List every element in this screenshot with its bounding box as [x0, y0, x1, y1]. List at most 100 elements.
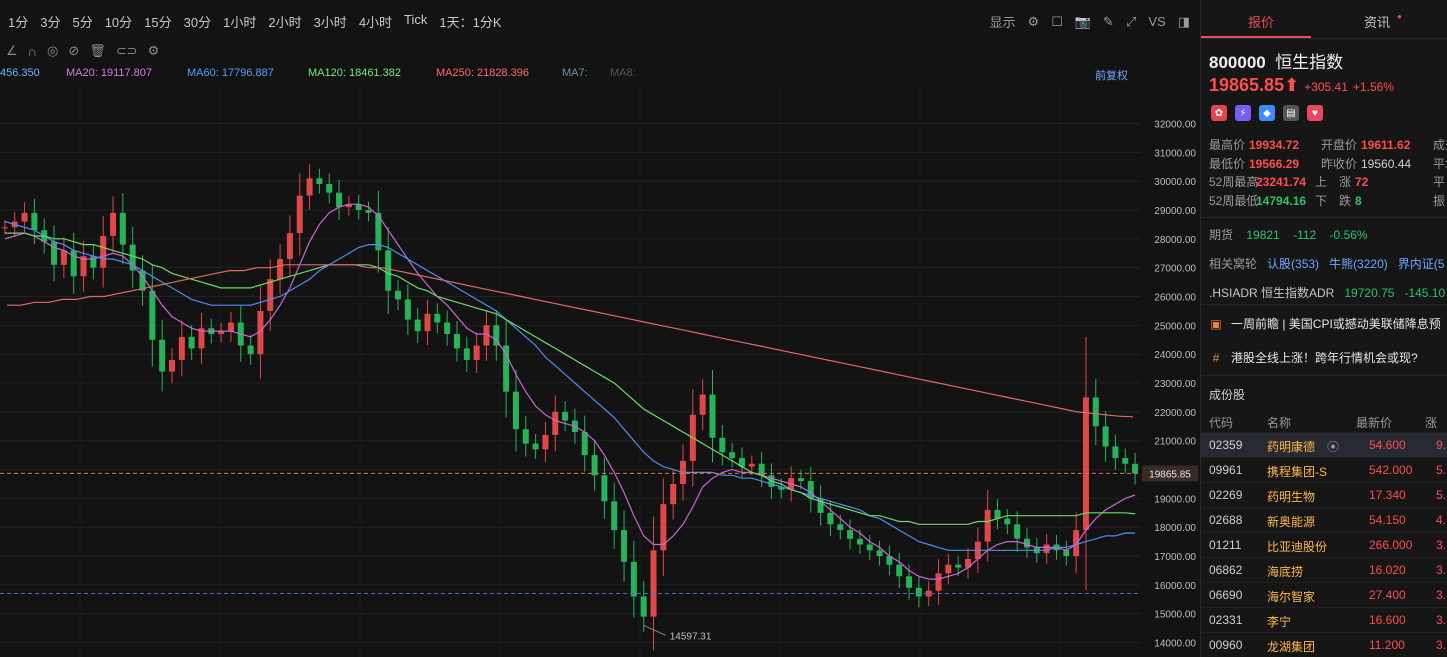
- ma-label-0[interactable]: 456.350: [0, 67, 40, 79]
- col-code[interactable]: 代码: [1209, 414, 1233, 431]
- candle-body: [119, 212, 126, 245]
- y-tick-label: 15000.00: [1154, 610, 1196, 621]
- gear-icon[interactable]: ⚙: [148, 43, 160, 59]
- vs-button[interactable]: VS: [1148, 14, 1165, 29]
- period-3m[interactable]: 3分: [40, 12, 60, 31]
- col-name[interactable]: 名称: [1267, 414, 1291, 431]
- y-tick-label: 19000.00: [1154, 494, 1196, 505]
- stat-value: 8: [1355, 193, 1362, 208]
- candle-body: [581, 432, 588, 456]
- table-row[interactable]: 00960 龙湖集团 11.200 3.: [1201, 632, 1447, 657]
- candle-body: [365, 210, 372, 213]
- futures-price: 19821: [1246, 228, 1280, 242]
- period-15m[interactable]: 15分: [144, 12, 171, 31]
- table-row[interactable]: 06862 海底捞 16.020 3.: [1201, 557, 1447, 583]
- period-30m[interactable]: 30分: [184, 12, 211, 31]
- candle-body: [1082, 397, 1089, 531]
- heart-icon[interactable]: ♥: [1307, 105, 1323, 121]
- eye-icon[interactable]: ◎: [47, 43, 58, 59]
- link-icon[interactable]: ⊂⊃: [116, 43, 138, 59]
- y-tick-label: 32000.00: [1154, 119, 1196, 130]
- table-row[interactable]: 02269 药明生物 17.340 5.: [1201, 482, 1447, 508]
- warrants-call-link[interactable]: 认股(353): [1267, 257, 1319, 271]
- draw-icon[interactable]: ✎: [1103, 14, 1114, 30]
- period-4h[interactable]: 4小时: [359, 12, 392, 31]
- ma-line-ma20: [4, 203, 1136, 580]
- period-day-dropdown[interactable]: 1天：1分K: [439, 12, 501, 31]
- tab-news[interactable]: 资讯: [1364, 12, 1390, 31]
- security-name: 恒生指数: [1275, 53, 1344, 72]
- candle-body: [1112, 446, 1119, 459]
- period-3h[interactable]: 3小时: [314, 12, 347, 31]
- fullscreen-icon[interactable]: ⤢: [1126, 14, 1136, 30]
- news-item-1[interactable]: ▣ 一周前瞻 | 美国CPI或撼动美联储降息预: [1209, 315, 1440, 332]
- warrants-bull-link[interactable]: 牛熊(3220): [1329, 257, 1388, 271]
- panel-toggle-icon[interactable]: ◨: [1178, 14, 1190, 30]
- table-row[interactable]: 02331 李宁 16.600 3.: [1201, 607, 1447, 633]
- camera-icon[interactable]: 📷: [1075, 14, 1091, 30]
- warrants-inline-link[interactable]: 界内证(5: [1398, 257, 1445, 271]
- price-chart[interactable]: 32000.00 31000.00 30000.00 29000.00 28000.00…: [0, 86, 1200, 657]
- trash-icon[interactable]: 🗑: [89, 43, 106, 59]
- settings-icon[interactable]: ⚙: [1028, 14, 1040, 30]
- candle-body: [178, 336, 185, 360]
- period-1m[interactable]: 1分: [8, 12, 28, 31]
- note-icon[interactable]: ▤: [1283, 105, 1299, 121]
- hide-icon[interactable]: ⊘: [68, 43, 79, 59]
- cell-code: 06862: [1209, 563, 1243, 577]
- period-tick[interactable]: Tick: [404, 12, 427, 31]
- candle-body: [1014, 524, 1021, 539]
- candle-body: [876, 550, 883, 557]
- adjust-button[interactable]: 前复权: [1095, 67, 1128, 83]
- ma-label-1[interactable]: MA20: 19117.807: [66, 67, 152, 79]
- display-dropdown[interactable]: 显示: [990, 12, 1016, 31]
- stats-row: 最高价19934.72 开盘价19611.62 成交: [1209, 136, 1447, 155]
- candle-body: [336, 192, 343, 208]
- cell-name: 海尔智家: [1267, 590, 1316, 604]
- ma-label-5[interactable]: MA7:: [562, 67, 588, 79]
- y-tick-label: 27000.00: [1154, 264, 1196, 275]
- ma-label-6[interactable]: MA8:: [610, 67, 636, 79]
- candle-body: [424, 313, 431, 332]
- candle-body: [719, 437, 726, 453]
- cell-name: 比亚迪股份: [1267, 540, 1328, 554]
- table-row[interactable]: 02688 新奥能源 54.150 4.: [1201, 507, 1447, 533]
- period-1h[interactable]: 1小时: [223, 12, 256, 31]
- ma-label-3[interactable]: MA120: 18461.382: [308, 67, 401, 79]
- tab-underline: [1201, 36, 1311, 38]
- candle-body: [670, 483, 677, 505]
- tab-quote[interactable]: 报价: [1248, 12, 1274, 31]
- y-tick-label: 31000.00: [1154, 148, 1196, 159]
- news-item-2[interactable]: # 港股全线上涨！跨年行情机会或现?: [1209, 349, 1418, 366]
- candle-body: [149, 290, 156, 340]
- ma-label-4[interactable]: MA250: 21828.396: [436, 67, 529, 79]
- layout-icon[interactable]: ☐: [1051, 14, 1063, 30]
- candle-body: [896, 564, 903, 577]
- cell-code: 06690: [1209, 588, 1243, 602]
- cell-change: 3.: [1436, 588, 1447, 602]
- separator: [1201, 217, 1447, 218]
- adr-change: -145.10: [1404, 286, 1446, 300]
- cell-change: 3.: [1436, 638, 1447, 652]
- line-tool-icon[interactable]: ∠: [6, 43, 18, 59]
- cell-price: 11.200: [1369, 638, 1405, 652]
- table-row[interactable]: 02359 药明康德 54.600 9. ⦿: [1201, 432, 1447, 458]
- tag-icon[interactable]: ◆: [1259, 105, 1275, 121]
- stats-row: 52周最高 23241.74 上 涨 72 平: [1209, 173, 1447, 192]
- futures-line[interactable]: 期货 19821 -112 -0.56%: [1209, 226, 1368, 243]
- table-row[interactable]: 09961 携程集团-S 542.000 5.: [1201, 457, 1447, 483]
- cell-code: 02688: [1209, 513, 1243, 527]
- candle-body: [385, 250, 392, 291]
- period-2h[interactable]: 2小时: [268, 12, 301, 31]
- magnet-icon[interactable]: ∩: [28, 44, 37, 59]
- table-row[interactable]: 01211 比亚迪股份 266.000 3.: [1201, 532, 1447, 558]
- lightning-icon[interactable]: ⚡: [1235, 105, 1251, 121]
- adr-line[interactable]: .HSIADR 恒生指数ADR 19720.75 -145.10: [1209, 284, 1445, 301]
- period-10m[interactable]: 10分: [105, 12, 132, 31]
- col-price[interactable]: 最新价: [1356, 414, 1392, 431]
- warrants-line: 相关窝轮 认股(353) 牛熊(3220) 界内证(5: [1209, 255, 1444, 272]
- ma-label-2[interactable]: MA60: 17796.887: [187, 67, 274, 79]
- period-5m[interactable]: 5分: [72, 12, 92, 31]
- table-row[interactable]: 06690 海尔智家 27.400 3.: [1201, 582, 1447, 608]
- hk-flag-icon[interactable]: ✿: [1211, 105, 1227, 121]
